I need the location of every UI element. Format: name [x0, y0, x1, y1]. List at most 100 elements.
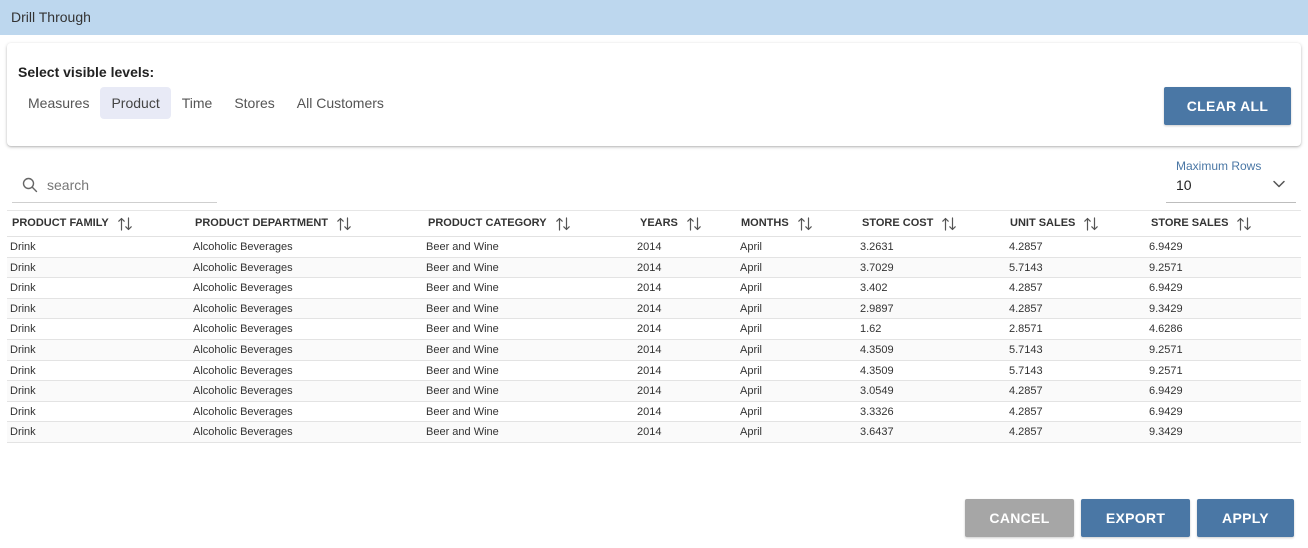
column-header-years[interactable]: YEARS — [640, 211, 702, 236]
table-cell-store-cost: 1.62 — [860, 323, 882, 336]
sort-arrows-icon[interactable] — [336, 216, 352, 232]
table-cell-product-category: Beer and Wine — [426, 261, 499, 274]
table-cell-product-family: Drink — [10, 323, 36, 336]
level-chip-stores[interactable]: Stores — [223, 87, 285, 119]
table-cell-months: April — [740, 302, 763, 315]
table-cell-store-cost: 3.0549 — [860, 385, 894, 398]
column-header-label: MONTHS — [741, 217, 789, 229]
table-cell-unit-sales: 5.7143 — [1009, 261, 1043, 274]
level-chip-all-customers[interactable]: All Customers — [286, 87, 395, 119]
table-cell-store-sales: 9.2571 — [1149, 261, 1183, 274]
table-cell-unit-sales: 4.2857 — [1009, 426, 1043, 439]
table-row[interactable]: Drink Alcoholic Beverages Beer and Wine 201… — [7, 422, 1301, 443]
maximum-rows-label: Maximum Rows — [1176, 159, 1262, 173]
table-row[interactable]: Drink Alcoholic Beverages Beer and Wine 201… — [7, 339, 1301, 361]
table-row[interactable]: Drink Alcoholic Beverages Beer and Wine 201… — [7, 360, 1301, 382]
apply-button[interactable]: APPLY — [1197, 499, 1294, 537]
table-cell-unit-sales: 4.2857 — [1009, 405, 1043, 418]
maximum-rows-select[interactable]: Maximum Rows 10 — [1166, 157, 1296, 203]
table-cell-store-sales: 6.9429 — [1149, 282, 1183, 295]
level-chip-measures[interactable]: Measures — [17, 87, 100, 119]
table-cell-product-category: Beer and Wine — [426, 323, 499, 336]
clear-all-button[interactable]: CLEAR ALL — [1164, 87, 1291, 125]
table-cell-years: 2014 — [637, 282, 662, 295]
column-header-product-department[interactable]: PRODUCT DEPARTMENT — [195, 211, 352, 236]
table-row[interactable]: Drink Alcoholic Beverages Beer and Wine 201… — [7, 298, 1301, 320]
column-header-product-family[interactable]: PRODUCT FAMILY — [12, 211, 133, 236]
table-cell-store-sales: 9.2571 — [1149, 343, 1183, 356]
column-header-label: PRODUCT FAMILY — [12, 217, 109, 229]
sort-arrows-icon[interactable] — [1236, 216, 1252, 232]
sort-arrows-icon[interactable] — [797, 216, 813, 232]
cancel-button[interactable]: CANCEL — [965, 499, 1074, 537]
table-cell-years: 2014 — [637, 385, 662, 398]
table-cell-unit-sales: 2.8571 — [1009, 323, 1043, 336]
column-header-unit-sales[interactable]: UNIT SALES — [1010, 211, 1099, 236]
table-cell-product-category: Beer and Wine — [426, 364, 499, 377]
table-cell-store-cost: 3.402 — [860, 282, 888, 295]
table-cell-years: 2014 — [637, 323, 662, 336]
table-cell-store-sales: 6.9429 — [1149, 241, 1183, 253]
table-cell-years: 2014 — [637, 302, 662, 315]
table-row[interactable]: Drink Alcoholic Beverages Beer and Wine 201… — [7, 401, 1301, 423]
column-header-store-cost[interactable]: STORE COST — [862, 211, 957, 236]
table-cell-product-department: Alcoholic Beverages — [193, 323, 293, 336]
chevron-down-icon — [1273, 180, 1285, 188]
table-cell-unit-sales: 4.2857 — [1009, 385, 1043, 398]
sort-arrows-icon[interactable] — [686, 216, 702, 232]
table-cell-unit-sales: 5.7143 — [1009, 364, 1043, 377]
table-row[interactable]: Drink Alcoholic Beverages Beer and Wine 201… — [7, 278, 1301, 299]
level-chip-time[interactable]: Time — [171, 87, 224, 119]
table-cell-unit-sales: 4.2857 — [1009, 241, 1043, 253]
table-cell-product-category: Beer and Wine — [426, 282, 499, 295]
sort-arrows-icon[interactable] — [117, 216, 133, 232]
column-header-months[interactable]: MONTHS — [741, 211, 813, 236]
dialog-titlebar: Drill Through — [0, 0, 1308, 35]
level-chips: Measures Product Time Stores All Custome… — [17, 87, 395, 119]
table-cell-months: April — [740, 261, 763, 274]
drill-through-table: PRODUCT FAMILY PRODUCT DEPARTMENT PRODUCT … — [7, 210, 1301, 443]
sort-arrows-icon[interactable] — [555, 216, 571, 232]
table-cell-unit-sales: 4.2857 — [1009, 302, 1043, 315]
table-cell-product-category: Beer and Wine — [426, 426, 499, 439]
table-cell-product-family: Drink — [10, 364, 36, 377]
table-cell-years: 2014 — [637, 426, 662, 439]
table-cell-product-department: Alcoholic Beverages — [193, 282, 293, 295]
table-row[interactable]: Drink Alcoholic Beverages Beer and Wine 201… — [7, 319, 1301, 340]
table-cell-unit-sales: 5.7143 — [1009, 343, 1043, 356]
table-cell-months: April — [740, 241, 763, 253]
table-cell-product-family: Drink — [10, 302, 36, 315]
table-row[interactable]: Drink Alcoholic Beverages Beer and Wine 201… — [7, 257, 1301, 279]
table-cell-years: 2014 — [637, 241, 662, 253]
table-cell-product-department: Alcoholic Beverages — [193, 261, 293, 274]
visible-levels-panel: Select visible levels: Measures Product … — [7, 43, 1301, 146]
table-cell-product-category: Beer and Wine — [426, 302, 499, 315]
column-header-label: PRODUCT CATEGORY — [428, 217, 547, 229]
export-button[interactable]: EXPORT — [1081, 499, 1190, 537]
table-cell-store-sales: 9.3429 — [1149, 302, 1183, 315]
column-header-label: STORE SALES — [1151, 217, 1229, 229]
table-cell-store-sales: 6.9429 — [1149, 385, 1183, 398]
table-cell-months: April — [740, 426, 763, 439]
table-cell-years: 2014 — [637, 405, 662, 418]
search-field — [12, 170, 217, 203]
table-cell-months: April — [740, 405, 763, 418]
table-row[interactable]: Drink Alcoholic Beverages Beer and Wine 201… — [7, 381, 1301, 402]
table-cell-years: 2014 — [637, 364, 662, 377]
level-chip-product[interactable]: Product — [100, 87, 171, 119]
table-cell-store-cost: 4.3509 — [860, 343, 894, 356]
maximum-rows-value: 10 — [1176, 177, 1192, 193]
table-row[interactable]: Drink Alcoholic Beverages Beer and Wine 201… — [7, 237, 1301, 258]
sort-arrows-icon[interactable] — [941, 216, 957, 232]
table-cell-product-category: Beer and Wine — [426, 343, 499, 356]
table-cell-product-category: Beer and Wine — [426, 405, 499, 418]
table-cell-product-family: Drink — [10, 261, 36, 274]
column-header-store-sales[interactable]: STORE SALES — [1151, 211, 1252, 236]
sort-arrows-icon[interactable] — [1083, 216, 1099, 232]
table-cell-store-cost: 3.3326 — [860, 405, 894, 418]
table-cell-years: 2014 — [637, 343, 662, 356]
column-header-product-category[interactable]: PRODUCT CATEGORY — [428, 211, 571, 236]
table-cell-product-department: Alcoholic Beverages — [193, 343, 293, 356]
table-cell-months: April — [740, 323, 763, 336]
search-input[interactable] — [47, 175, 212, 195]
